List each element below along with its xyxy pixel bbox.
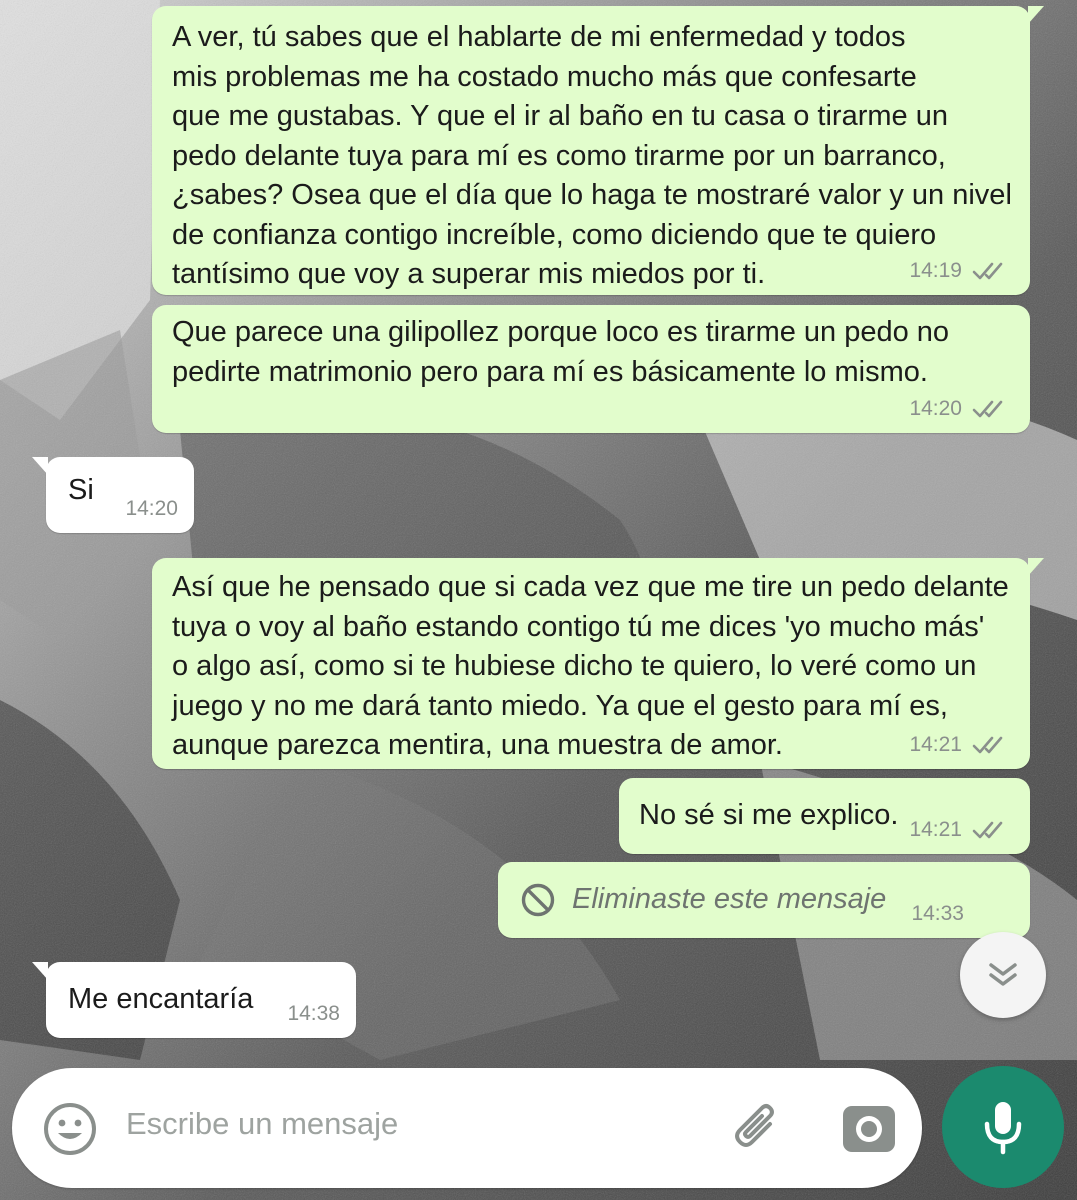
outgoing-message[interactable]: Así que he pensado que si cada vez que m… [152, 558, 1044, 769]
prohibited-icon [521, 883, 555, 916]
message-meta: 14:19 [909, 259, 1012, 283]
outgoing-message[interactable]: Que parece una gilipollez porque loco es… [152, 305, 1030, 433]
message-time: 14:21 [909, 733, 962, 756]
message-time: 14:38 [287, 1002, 340, 1025]
message-time: 14:19 [909, 259, 962, 282]
bubble-tail [1028, 6, 1044, 24]
message-meta: 14:21 [909, 818, 1012, 842]
message-time: 14:33 [911, 902, 964, 925]
message-time: 14:20 [909, 397, 962, 420]
deleted-message[interactable]: Eliminaste este mensaje 14:33 [498, 862, 1030, 938]
double-check-read-icon [972, 400, 1003, 418]
message-composer: Escribe un mensaje [12, 1068, 922, 1188]
message-time: 14:21 [909, 818, 962, 841]
paperclip-icon[interactable] [728, 1098, 788, 1158]
microphone-icon [984, 1102, 1022, 1155]
message-meta: 14:20 [125, 497, 178, 521]
incoming-message[interactable]: Me encantaría 14:38 [32, 962, 356, 1038]
message-text: Que parece una gilipollez porque loco es… [172, 316, 950, 388]
deleted-message-text: Eliminaste este mensaje [572, 883, 887, 915]
outgoing-message[interactable]: No sé si me explico. 14:21 [619, 778, 1030, 854]
message-time: 14:20 [125, 497, 178, 520]
double-check-read-icon [972, 262, 1003, 280]
camera-icon[interactable] [840, 1100, 898, 1156]
double-check-read-icon [972, 736, 1003, 754]
bubble-tail [1028, 558, 1044, 576]
message-text: Así que he pensado que si cada vez que m… [172, 571, 1009, 761]
emoji-icon[interactable] [42, 1101, 98, 1157]
message-meta: 14:33 [911, 902, 964, 926]
message-meta: 14:38 [287, 1002, 340, 1026]
message-meta: 14:20 [909, 397, 1012, 421]
bubble-tail [32, 457, 48, 475]
microphone-button[interactable] [942, 1066, 1064, 1188]
message-text: A ver, tú sabes que el hablarte de mi en… [172, 21, 1012, 290]
double-chevron-down-icon [989, 963, 1017, 986]
bubble-tail [32, 962, 48, 980]
incoming-message[interactable]: Si 14:20 [32, 457, 194, 533]
scroll-to-bottom-button[interactable] [960, 932, 1046, 1018]
message-input[interactable]: Escribe un mensaje [126, 1106, 398, 1142]
outgoing-message[interactable]: A ver, tú sabes que el hablarte de mi en… [152, 6, 1044, 295]
double-check-read-icon [972, 821, 1003, 839]
message-meta: 14:21 [909, 733, 1012, 757]
